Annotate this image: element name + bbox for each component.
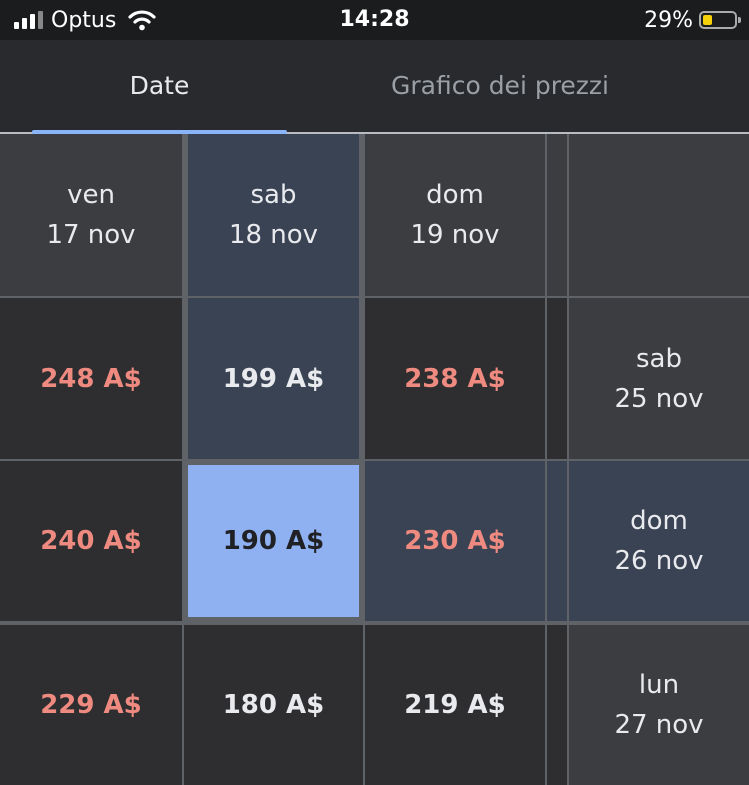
- column-day: sab: [250, 180, 297, 210]
- price-value: 240 A$: [40, 526, 142, 556]
- column-divider-cell: [547, 134, 567, 296]
- tab-price-chart[interactable]: Grafico dei prezzi: [360, 40, 640, 132]
- column-header-1: ven 17 nov: [0, 134, 182, 296]
- row-date: 27 nov: [614, 710, 704, 740]
- price-cell[interactable]: 238 A$: [365, 298, 545, 459]
- battery-percent: 29%: [644, 7, 693, 33]
- price-cell[interactable]: 240 A$: [0, 461, 182, 621]
- column-header-2: sab 18 nov: [188, 134, 359, 296]
- price-value: 180 A$: [222, 690, 325, 720]
- app-root: Optus 14:28 29% Date Grafico dei prezzi …: [0, 0, 749, 785]
- column-day: dom: [426, 180, 484, 210]
- battery-icon: [699, 11, 741, 29]
- status-time: 14:28: [339, 7, 410, 32]
- price-value: 230 A$: [404, 526, 506, 556]
- corner-cell: [569, 134, 749, 296]
- row-divider-cell: [547, 461, 567, 621]
- price-cell[interactable]: 248 A$: [0, 298, 182, 459]
- row-day: sab: [636, 343, 682, 374]
- price-cell[interactable]: 199 A$: [188, 298, 359, 459]
- status-right: 29%: [644, 0, 741, 40]
- price-cell[interactable]: 219 A$: [365, 625, 545, 785]
- battery-fill: [703, 15, 712, 25]
- tab-dates[interactable]: Date: [32, 40, 287, 132]
- column-day: ven: [67, 180, 115, 210]
- row-divider-cell: [547, 298, 567, 459]
- row-divider-cell: [547, 625, 567, 785]
- price-value: 229 A$: [40, 690, 142, 720]
- row-day: dom: [630, 506, 688, 536]
- date-price-grid: ven 17 nov sab 18 nov dom 19 nov 248 A$ …: [0, 134, 749, 785]
- row-date: 26 nov: [614, 546, 704, 576]
- battery-tip: [738, 17, 741, 23]
- column-header-3: dom 19 nov: [365, 134, 545, 296]
- row-header-2: dom 26 nov: [569, 461, 749, 621]
- price-value: 199 A$: [222, 363, 325, 394]
- status-bar: Optus 14:28 29%: [0, 0, 749, 40]
- price-cell[interactable]: 230 A$: [365, 461, 545, 621]
- price-cell-selected[interactable]: 190 A$: [188, 465, 359, 617]
- price-value: 248 A$: [40, 363, 142, 394]
- price-cell[interactable]: 180 A$: [184, 625, 363, 785]
- price-value: 238 A$: [404, 363, 506, 394]
- column-date: 18 nov: [228, 220, 319, 250]
- price-cell[interactable]: 229 A$: [0, 625, 182, 785]
- column-date: 19 nov: [410, 220, 500, 250]
- row-day: lun: [638, 670, 680, 700]
- row-date: 25 nov: [614, 383, 704, 414]
- price-value: 190 A$: [222, 526, 325, 556]
- row-header-3: lun 27 nov: [569, 625, 749, 785]
- price-value: 219 A$: [404, 690, 506, 720]
- tab-bar: Date Grafico dei prezzi: [0, 40, 749, 134]
- column-date: 17 nov: [46, 220, 136, 250]
- row-header-1: sab 25 nov: [569, 298, 749, 459]
